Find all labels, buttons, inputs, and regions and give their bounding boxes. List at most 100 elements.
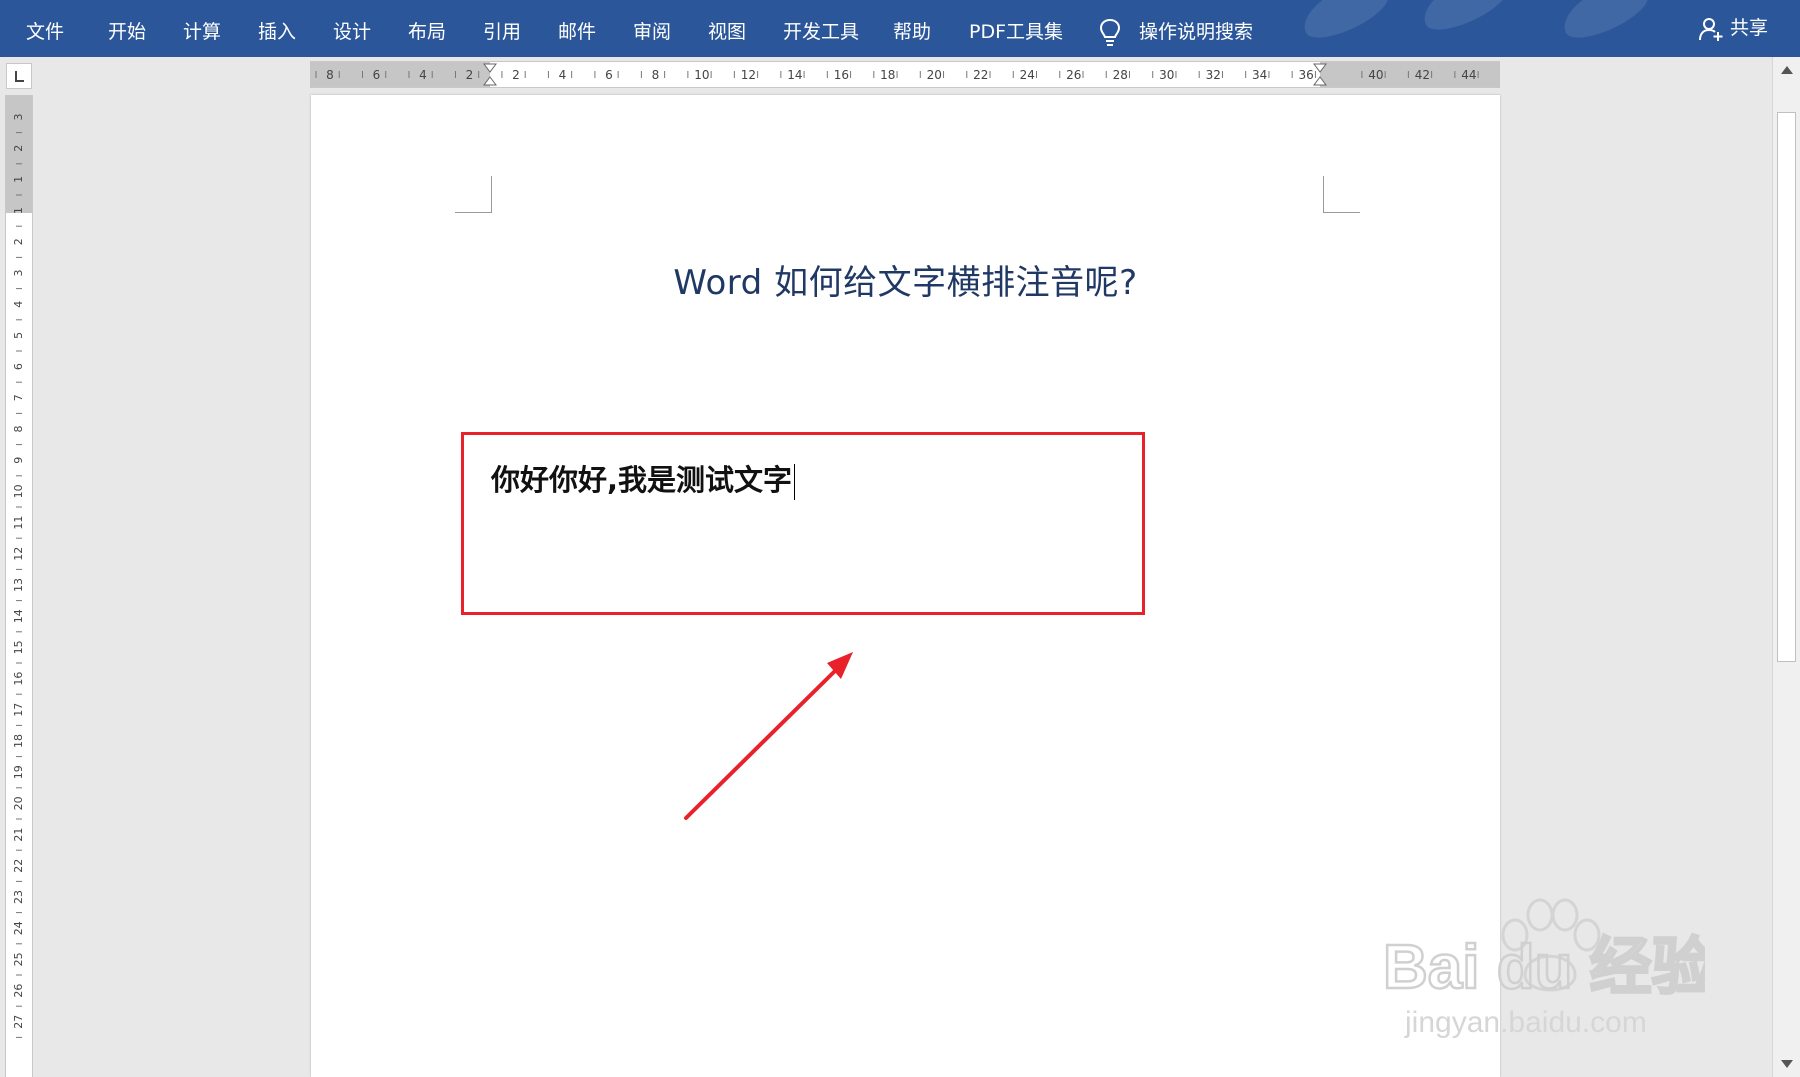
lightbulb-icon[interactable] <box>1098 18 1122 48</box>
ruler-tick-label: 18 <box>880 68 895 82</box>
ruler-tick-label: 19 <box>12 765 25 779</box>
ruler-tick-label: 4 <box>559 68 567 82</box>
highlight-box: 你好你好,我是测试文字 <box>461 432 1145 615</box>
ruler-tick-label: 24 <box>12 921 25 935</box>
ruler-tick-label: 16 <box>834 68 849 82</box>
ruler-tick-label: 2 <box>12 145 25 152</box>
text-cursor <box>794 464 796 500</box>
ribbon-tab-bar: 文件 开始 计算 插入 设计 布局 引用 邮件 审阅 视图 开发工具 帮助 PD… <box>0 0 1800 57</box>
watermark-url: jingyan.baidu.com <box>1404 1006 1647 1039</box>
ruler-tick-label: 1 <box>12 207 25 214</box>
document-text-line[interactable]: 你好你好,我是测试文字 <box>491 457 796 500</box>
share-button[interactable]: 共享 <box>1698 0 1768 57</box>
ruler-tick-label: 24 <box>1020 68 1035 82</box>
ruler-tick-label: 28 <box>1113 68 1128 82</box>
vertical-scrollbar[interactable] <box>1772 57 1800 1077</box>
ruler-tick-label: 42 <box>1415 68 1430 82</box>
ruler-tick-label: 26 <box>12 984 25 998</box>
ruler-tick-label: 22 <box>12 859 25 873</box>
ruler-tick-label: 8 <box>652 68 660 82</box>
person-add-icon <box>1699 17 1723 41</box>
ruler-tick-label: 18 <box>12 734 25 748</box>
ruler-tick-label: 8 <box>326 68 334 82</box>
ruler-tick-label: 17 <box>12 703 25 717</box>
tab-references[interactable]: 引用 <box>483 0 521 57</box>
vertical-ruler-scale: 3211234567891011121314151617181920212223… <box>12 114 25 1038</box>
baidu-jingyan-watermark: Bai du 经验 jingyan.baidu.com <box>1382 898 1705 1039</box>
tab-stop-selector[interactable] <box>6 63 32 89</box>
ruler-tick-label: 2 <box>466 68 474 82</box>
ruler-tick-label: 20 <box>927 68 942 82</box>
ruler-tick-label: 20 <box>12 796 25 810</box>
document-title[interactable]: Word 如何给文字横排注音呢? <box>311 255 1500 304</box>
tab-view[interactable]: 视图 <box>708 0 746 57</box>
ruler-tick-label: 16 <box>12 672 25 686</box>
ruler-tick-label: 4 <box>12 301 25 308</box>
triangle-up-icon <box>1780 66 1793 74</box>
ribbon-background-decoration <box>1555 0 1655 48</box>
ruler-tick-label: 3 <box>12 270 25 277</box>
ruler-tick-label: 7 <box>12 394 25 401</box>
watermark-brand: Bai du 经验 <box>1383 933 1705 1002</box>
ruler-tick-label: 6 <box>373 68 381 82</box>
ruler-tick-label: 12 <box>12 547 25 561</box>
ruler-tick-label: 21 <box>12 828 25 842</box>
ruler-tick-label: 13 <box>12 578 25 592</box>
ruler-tick-label: 6 <box>605 68 613 82</box>
tab-design[interactable]: 设计 <box>333 0 371 57</box>
vertical-ruler[interactable]: 3 2 1 1 2 3 4 5 6 7 8 9 10 11 12 13 14 15 16 17 18 19 20 21 22 23… <box>5 95 33 1077</box>
tab-help[interactable]: 帮助 <box>893 0 931 57</box>
ruler-tick-label: 1 <box>12 176 25 183</box>
ruler-tick-label: 10 <box>12 484 25 498</box>
ruler-tick-label: 34 <box>1252 68 1267 82</box>
triangle-down-icon <box>1780 1060 1793 1068</box>
share-label: 共享 <box>1730 17 1769 39</box>
ruler-tick-label: 6 <box>12 363 25 370</box>
tab-layout[interactable]: 布局 <box>408 0 446 57</box>
tab-calculate[interactable]: 计算 <box>183 0 221 57</box>
tab-mailings[interactable]: 邮件 <box>558 0 596 57</box>
ruler-tick-label: 26 <box>1066 68 1081 82</box>
tab-pdf-tools[interactable]: PDF工具集 <box>969 0 1063 57</box>
ruler-tick-label: 11 <box>12 516 25 530</box>
test-text[interactable]: 你好你好,我是测试文字 <box>491 463 792 497</box>
ruler-tick-label: 27 <box>12 1015 25 1029</box>
scroll-up-button[interactable] <box>1773 59 1800 81</box>
ruler-tick-label: 14 <box>787 68 802 82</box>
tab-insert[interactable]: 插入 <box>258 0 296 57</box>
horizontal-ruler[interactable]: 8 6 4 2 2 4 6 8 10 12 14 16 18 20 22 24 26 28 30 32 34 36 40 42… <box>310 61 1500 88</box>
indent-marker[interactable] <box>483 63 497 73</box>
ruler-tick-label: 30 <box>1159 68 1174 82</box>
tab-file[interactable]: 文件 <box>26 0 64 57</box>
ruler-tick-label: 9 <box>12 457 25 464</box>
ruler-tick-label: 2 <box>12 238 25 245</box>
scrollbar-thumb[interactable] <box>1777 112 1796 662</box>
red-arrow-annotation <box>684 652 853 820</box>
ruler-tick-label: 15 <box>12 640 25 654</box>
right-indent-marker[interactable] <box>1313 63 1327 73</box>
ribbon-background-decoration <box>1295 0 1395 48</box>
ruler-tick-label: 3 <box>12 114 25 121</box>
margin-corner-mark <box>455 176 492 213</box>
ruler-tick-label: 10 <box>694 68 709 82</box>
ruler-tick-label: 36 <box>1299 68 1314 82</box>
ruler-tick-label: 8 <box>12 426 25 433</box>
margin-corner-mark <box>1323 176 1360 213</box>
right-indent-marker[interactable] <box>1313 76 1327 86</box>
indent-marker[interactable] <box>483 76 497 86</box>
tab-review[interactable]: 审阅 <box>633 0 671 57</box>
ruler-tick-label: 44 <box>1461 68 1476 82</box>
horizontal-ruler-scale: 8 6 4 2 2 4 6 8 10 12 14 16 18 20 22 24 26 28 30 32 34 36 40 42… <box>315 63 1479 86</box>
scroll-down-button[interactable] <box>1773 1053 1800 1075</box>
ribbon-background-decoration <box>1415 0 1515 40</box>
ruler-tick-label: 23 <box>12 890 25 904</box>
ruler-tick-label: 14 <box>12 609 25 623</box>
ruler-tick-label: 40 <box>1368 68 1383 82</box>
tab-home[interactable]: 开始 <box>108 0 146 57</box>
ruler-tick-label: 12 <box>741 68 756 82</box>
ruler-tick-label: 32 <box>1206 68 1221 82</box>
ruler-tick-label: 22 <box>973 68 988 82</box>
document-page[interactable]: Word 如何给文字横排注音呢? 你好你好,我是测试文字 <box>311 95 1500 1077</box>
tell-me-search[interactable]: 操作说明搜索 <box>1139 0 1253 57</box>
tab-developer[interactable]: 开发工具 <box>783 0 859 57</box>
